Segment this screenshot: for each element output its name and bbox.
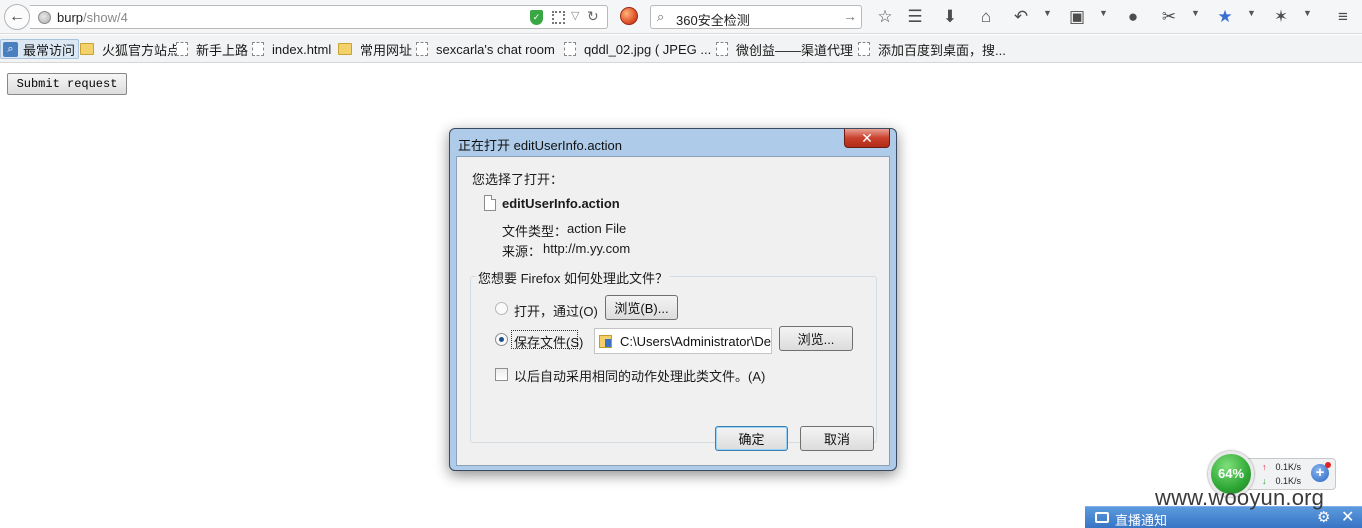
- upload-speed: ↑ 0.1K/s: [1262, 462, 1301, 472]
- browse-folder-button[interactable]: 浏览...: [779, 326, 853, 351]
- page-tool-icon[interactable]: ▣: [1066, 6, 1088, 28]
- url-path: /show/4: [83, 10, 128, 25]
- file-name: editUserInfo.action: [502, 196, 620, 211]
- bookmark-label: qddl_02.jpg ( JPEG ...: [584, 41, 712, 57]
- close-icon[interactable]: ✕: [1341, 507, 1354, 527]
- crop-dropdown-icon[interactable]: ▼: [1191, 8, 1200, 18]
- url-dropdown-icon[interactable]: ▽: [571, 9, 579, 22]
- bookmark-item[interactable]: 添加百度到桌面，搜...: [858, 39, 1006, 59]
- bug-dropdown-icon[interactable]: ▼: [1303, 8, 1312, 18]
- file-type-value: action File: [567, 221, 627, 236]
- crop-icon[interactable]: ✂: [1158, 6, 1180, 28]
- ok-button[interactable]: 确定: [715, 426, 788, 451]
- auto-action-checkbox[interactable]: [495, 368, 508, 381]
- chosen-label: 您选择了打开：: [472, 172, 564, 187]
- search-go-icon[interactable]: →: [843, 8, 857, 24]
- bug-icon[interactable]: ✶: [1270, 6, 1292, 28]
- magnifier-icon: ⌕: [3, 41, 18, 57]
- folder-icon: [338, 43, 352, 55]
- open-file-dialog: 正在打开 editUserInfo.action ✕ 您选择了打开： editU…: [449, 128, 897, 471]
- bookmark-label: 添加百度到桌面，搜...: [878, 42, 1006, 58]
- file-icon: [484, 195, 496, 211]
- url-bar[interactable]: burp/show/4 ✓ ▽ ↻: [30, 5, 608, 29]
- back-button[interactable]: ←: [4, 4, 30, 30]
- bookmark-item[interactable]: 火狐官方站点: [80, 39, 180, 59]
- auto-action-label[interactable]: 以后自动采用相同的动作处理此类文件。(A): [514, 366, 765, 385]
- bookmarks-bar: ⌕ 最常访问 火狐官方站点 新手上路 index.html 常用网址 sexcar…: [0, 35, 1362, 63]
- bookmark-label: 常用网址: [360, 42, 413, 58]
- 360-logo-icon[interactable]: [620, 7, 638, 25]
- page-icon: [416, 42, 428, 56]
- bookmark-item[interactable]: 新手上路: [176, 39, 248, 59]
- bookmark-item[interactable]: qddl_02.jpg ( JPEG ...: [564, 39, 711, 59]
- bookmark-label: index.html: [272, 41, 332, 57]
- save-path-text: C:\Users\Administrator\Desktop: [620, 334, 771, 349]
- url-text: burp/show/4: [57, 10, 128, 25]
- save-file-label[interactable]: 保存文件(S): [514, 332, 583, 351]
- search-icon: ⌕: [657, 9, 665, 24]
- page-icon: [252, 42, 264, 56]
- browse-app-button[interactable]: 浏览(B)...: [605, 295, 678, 320]
- url-prefix: burp: [57, 10, 84, 25]
- chat-bubble-icon[interactable]: ●: [1122, 6, 1144, 28]
- submit-request-button[interactable]: Submit request: [7, 73, 127, 95]
- folder-icon: [599, 335, 612, 348]
- bookmark-item[interactable]: 微创益——渠道代理: [716, 39, 853, 59]
- upload-speed-value: 0.1K/s: [1275, 462, 1302, 472]
- dialog-title: 正在打开 editUserInfo.action: [458, 138, 623, 153]
- dialog-body: 您选择了打开： editUserInfo.action 文件类型： action…: [456, 156, 890, 466]
- folder-icon: [80, 43, 94, 55]
- favorite-dropdown-icon[interactable]: ▼: [1247, 8, 1256, 18]
- page-icon: [176, 42, 188, 56]
- group-legend: 您想要 Firefox 如何处理此文件？: [476, 268, 670, 287]
- save-path-field[interactable]: C:\Users\Administrator\Desktop: [594, 328, 772, 354]
- shield-icon[interactable]: ✓: [530, 10, 543, 25]
- source-label: 来源：: [502, 244, 542, 259]
- notification-label: 直播通知: [1115, 513, 1168, 528]
- bookmark-label: 新手上路: [196, 42, 249, 58]
- file-type-label: 文件类型：: [502, 224, 568, 239]
- page-icon: [716, 42, 728, 56]
- browser-toolbar: ← burp/show/4 ✓ ▽ ↻ ⌕ 360安全检测 → ☆ ☰ ⬇ ⌂ …: [0, 0, 1362, 34]
- page-icon: [564, 42, 576, 56]
- dialog-close-button[interactable]: ✕: [844, 129, 890, 148]
- download-icon[interactable]: ⬇: [939, 6, 961, 28]
- search-input[interactable]: 360安全检测: [676, 10, 750, 29]
- reload-icon[interactable]: ↻: [587, 8, 599, 25]
- undo-dropdown-icon[interactable]: ▼: [1043, 8, 1052, 18]
- bookmarks-menu-icon[interactable]: ☰: [904, 6, 926, 28]
- open-with-radio[interactable]: [495, 302, 508, 315]
- hamburger-menu-icon[interactable]: ≡: [1332, 6, 1354, 28]
- monitor-icon: [1095, 512, 1109, 523]
- cancel-button[interactable]: 取消: [800, 426, 874, 451]
- search-bar[interactable]: ⌕ 360安全检测 →: [650, 5, 862, 29]
- bookmark-item[interactable]: ⌕ 最常访问: [0, 39, 80, 59]
- upload-arrow-icon: ↑: [1262, 462, 1267, 472]
- save-file-radio[interactable]: [495, 333, 508, 346]
- accelerate-plus-icon[interactable]: +: [1311, 462, 1331, 482]
- bookmark-label: sexcarla's chat room: [436, 41, 555, 57]
- favorite-star-icon[interactable]: ★: [1214, 6, 1236, 28]
- bookmark-label: 火狐官方站点: [102, 42, 181, 58]
- bookmark-item[interactable]: index.html: [252, 39, 331, 59]
- page-icon: [858, 42, 870, 56]
- page-tool-dropdown-icon[interactable]: ▼: [1099, 8, 1108, 18]
- globe-icon: [38, 11, 51, 24]
- bookmark-item[interactable]: 常用网址: [338, 39, 412, 59]
- open-with-label[interactable]: 打开，通过(O): [514, 301, 598, 320]
- bookmark-label: 微创益——渠道代理: [736, 42, 854, 58]
- qr-code-icon[interactable]: [552, 11, 565, 24]
- undo-icon[interactable]: ↶: [1010, 6, 1032, 28]
- watermark: www.wooyun.org: [1155, 485, 1325, 510]
- close-icon: ✕: [861, 130, 873, 146]
- bookmark-star-icon[interactable]: ☆: [874, 6, 896, 28]
- source-value: http://m.yy.com: [543, 241, 631, 256]
- bookmark-label: 最常访问: [23, 42, 76, 58]
- home-icon[interactable]: ⌂: [975, 6, 997, 28]
- bookmark-item[interactable]: sexcarla's chat room: [416, 39, 555, 59]
- back-arrow-icon: ←: [9, 8, 25, 25]
